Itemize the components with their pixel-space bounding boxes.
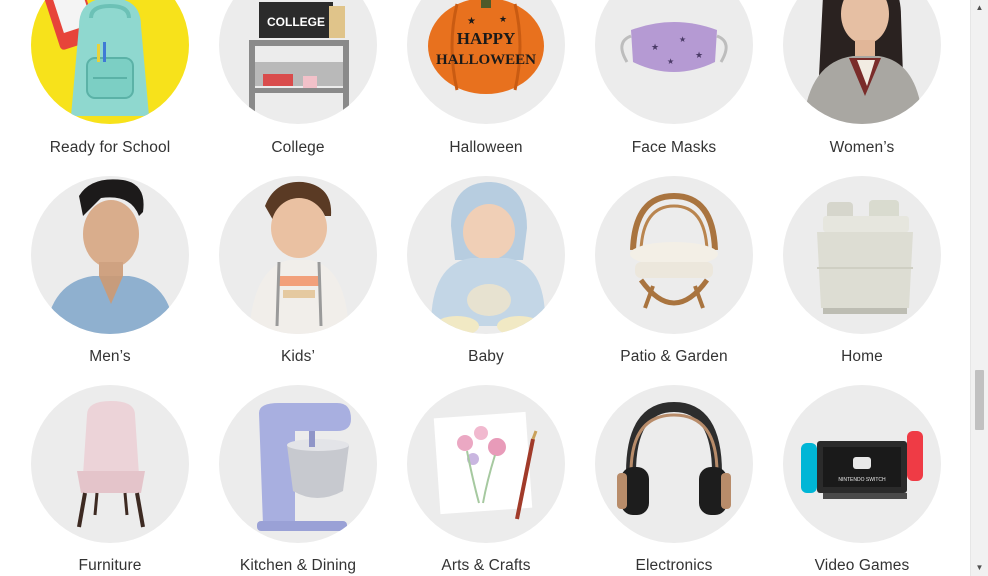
category-label: Halloween [449,139,523,156]
mens-image [31,176,189,334]
svg-text:★: ★ [667,57,674,66]
accent-chair-icon [77,401,145,528]
category-label: Furniture [78,557,142,574]
category-label: Electronics [635,557,713,574]
woman-model-icon [803,0,923,124]
arts-crafts-image [407,385,565,543]
college-image: COLLEGE [219,0,377,124]
category-label: Home [841,348,883,365]
pumpkin-text-halloween: HALLOWEEN [436,52,536,68]
game-console-icon: NINTENDO SWITCH [801,431,923,499]
pumpkin-icon: HAPPY HALLOWEEN ★ ★ [428,0,544,94]
kids-image [219,176,377,334]
headphones-icon [617,401,731,515]
category-label: Kids’ [280,348,316,365]
home-image [783,176,941,334]
ready-for-school-image [31,0,189,124]
electronics-image [595,385,753,543]
college-sign-text: COLLEGE [267,15,325,29]
child-model-icon [249,181,349,334]
baby-model-icon [431,182,546,334]
dorm-cart-icon: COLLEGE [249,2,349,116]
svg-text:★: ★ [499,14,507,24]
kitchen-dining-image [219,385,377,543]
category-label: Arts & Crafts [441,557,531,574]
category-label: Baby [468,348,504,365]
womens-image [783,0,941,124]
backpack-icon [43,0,149,116]
category-page: Ready for School COLLEGE College HAPPY H… [0,0,988,576]
svg-text:★: ★ [467,16,476,27]
category-label: Ready for School [49,139,171,156]
category-label: Men’s [89,348,131,365]
man-model-icon [45,179,175,334]
category-label: Face Masks [631,139,717,156]
category-label: Women’s [829,139,895,156]
furniture-image [31,385,189,543]
video-games-image: NINTENDO SWITCH [783,385,941,543]
console-screen-text: NINTENDO SWITCH [838,477,886,483]
scroll-thumb[interactable] [975,370,984,430]
bed-icon [817,200,913,314]
stand-mixer-icon [257,403,351,531]
vertical-scrollbar[interactable]: ▲ ▼ [970,0,988,576]
svg-text:★: ★ [695,50,703,60]
category-label: College [271,139,325,156]
watercolor-icon [433,411,538,520]
svg-text:★: ★ [651,42,659,52]
pumpkin-text-happy: HAPPY [457,29,516,48]
face-masks-image: ★ ★ ★ ★ [595,0,753,124]
halloween-image: HAPPY HALLOWEEN ★ ★ [407,0,565,124]
scroll-down-arrow-icon[interactable]: ▼ [971,560,988,576]
patio-garden-image [595,176,753,334]
svg-text:★: ★ [679,35,686,44]
baby-image [407,176,565,334]
category-label: Kitchen & Dining [239,557,357,574]
face-mask-icon: ★ ★ ★ ★ [620,22,728,72]
category-label: Video Games [814,557,910,574]
rattan-chair-icon [630,192,718,309]
category-label: Patio & Garden [620,348,728,365]
scroll-up-arrow-icon[interactable]: ▲ [971,0,988,16]
